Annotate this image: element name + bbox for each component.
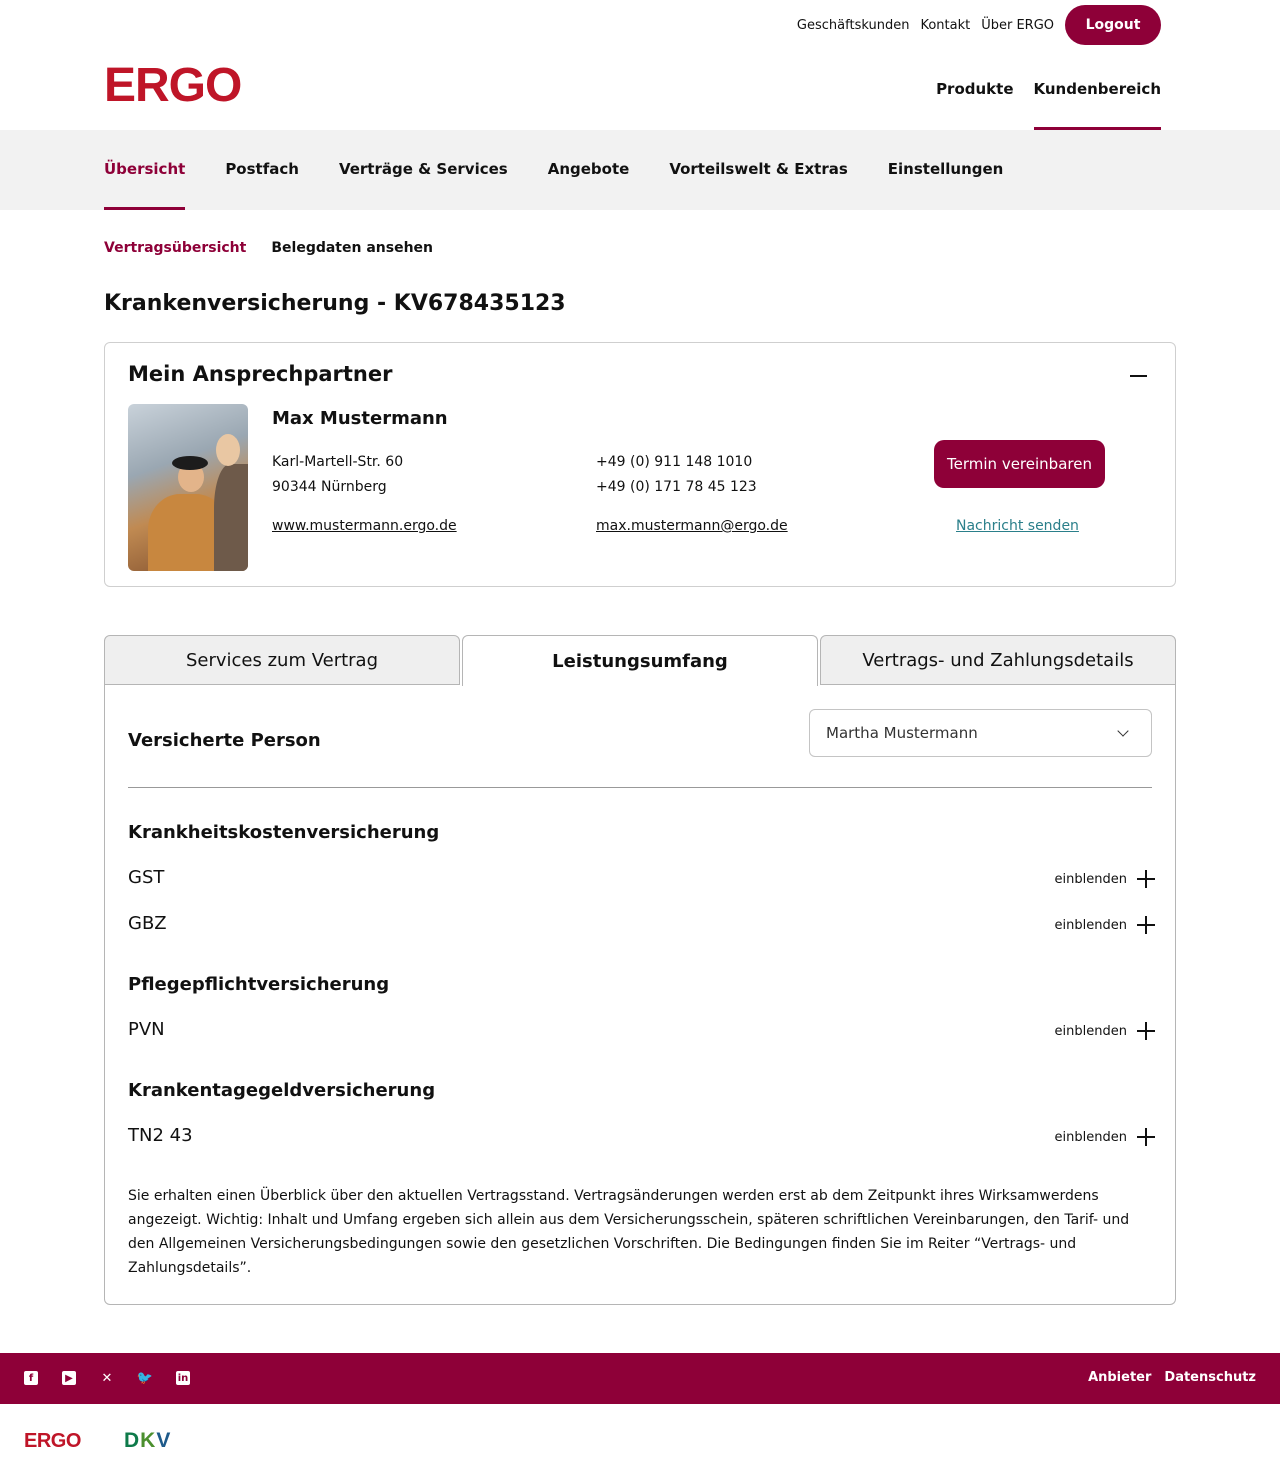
insured-person-label: Versicherte Person [128,730,321,751]
contact-card: Mein Ansprechpartner Max Mustermann Karl… [104,342,1176,587]
tariff-label: GST [128,867,165,888]
subnav-mailbox[interactable]: Postfach [225,130,299,210]
tariff-label: PVN [128,1019,165,1040]
contract-tabs: Services zum Vertrag Leistungsumfang Ver… [104,635,1176,686]
footer-link-provider[interactable]: Anbieter [1088,1370,1151,1385]
subnav-overview[interactable]: Übersicht [104,130,186,210]
top-link-business[interactable]: Geschäftskunden [797,18,910,33]
expand-label: einblenden [1054,871,1127,887]
tertiary-receipts[interactable]: Belegdaten ansehen [271,240,433,256]
top-links: Geschäftskunden Kontakt Über ERGO Logout [786,5,1161,45]
phone-mobile: +49 (0) 171 78 45 123 [596,479,757,495]
send-message-link[interactable]: Nachricht senden [956,518,1079,534]
xing-icon[interactable]: ✕ [100,1371,114,1386]
tab-contract-payment-details[interactable]: Vertrags- und Zahlungsdetails [820,635,1176,685]
tariff-label: GBZ [128,913,167,934]
top-link-contact[interactable]: Kontakt [920,18,970,33]
divider [128,787,1152,788]
expand-label: einblenden [1054,1129,1127,1145]
main-nav: Produkte Kundenbereich [916,74,1161,130]
section-title: Krankheitskostenversicherung [128,822,440,843]
tertiary-nav: Vertragsübersicht Belegdaten ansehen [104,240,458,256]
contact-address: Karl-Martell-Str. 60 90344 Nürnberg [272,450,403,500]
expand-toggle[interactable]: einblenden [1055,916,1155,934]
social-links: f ▶ ✕ 🐦 in [24,1371,214,1386]
contact-phones: +49 (0) 911 148 1010 +49 (0) 171 78 45 1… [596,450,757,500]
section-title: Pflegepflichtversicherung [128,974,390,995]
linkedin-icon[interactable]: in [176,1371,190,1385]
subnav-benefits[interactable]: Vorteilswelt & Extras [669,130,847,210]
chevron-down-icon [1117,725,1129,737]
address-city: 90344 Nürnberg [272,479,387,495]
footer-links: Anbieter Datenschutz [1075,1370,1256,1385]
disclaimer-text: Sie erhalten einen Überblick über den ak… [128,1188,1130,1276]
tab-services[interactable]: Services zum Vertrag [104,635,460,685]
plus-icon [1137,1128,1155,1146]
subnav-settings[interactable]: Einstellungen [888,130,1004,210]
expand-label: einblenden [1054,917,1127,933]
twitter-icon[interactable]: 🐦 [137,1371,153,1386]
expand-label: einblenden [1054,1023,1127,1039]
dkv-brand-logo[interactable]: DKV [124,1429,171,1453]
section-title: Krankentagegeldversicherung [128,1080,436,1101]
youtube-icon[interactable]: ▶ [62,1371,76,1385]
contact-card-title: Mein Ansprechpartner [128,362,393,386]
appointment-button[interactable]: Termin vereinbaren [934,440,1105,488]
expand-toggle[interactable]: einblenden [1055,1022,1155,1040]
insured-person-value: Martha Mustermann [826,724,978,742]
expand-toggle[interactable]: einblenden [1055,870,1155,888]
page-title: Krankenversicherung - KV678435123 [104,291,566,316]
plus-icon [1137,916,1155,934]
main-nav-customer-area[interactable]: Kundenbereich [1033,74,1161,130]
collapse-icon[interactable] [1130,375,1147,377]
insured-person-select[interactable]: Martha Mustermann [809,709,1152,757]
expand-toggle[interactable]: einblenden [1055,1128,1155,1146]
address-street: Karl-Martell-Str. 60 [272,454,404,470]
coverage-panel: Versicherte Person Martha Mustermann Kra… [104,684,1176,1305]
subnav-contracts[interactable]: Verträge & Services [339,130,508,210]
subnav-offers[interactable]: Angebote [548,130,630,210]
tertiary-contract-overview[interactable]: Vertragsübersicht [104,240,246,256]
contact-name: Max Mustermann [272,408,448,429]
facebook-icon[interactable]: f [24,1371,38,1385]
plus-icon [1137,870,1155,888]
main-nav-products[interactable]: Produkte [936,74,1013,130]
ergo-logo[interactable]: ERGO [104,62,242,110]
top-link-about[interactable]: Über ERGO [981,18,1054,33]
ergo-brand-logo[interactable]: ERGO [24,1430,81,1453]
tariff-label: TN2 43 [128,1125,193,1146]
contact-website-link[interactable]: www.mustermann.ergo.de [272,518,457,534]
contact-email-link[interactable]: max.mustermann@ergo.de [596,518,788,534]
footer-link-privacy[interactable]: Datenschutz [1164,1370,1256,1385]
contact-photo [128,404,248,571]
plus-icon [1137,1022,1155,1040]
tab-coverage[interactable]: Leistungsumfang [462,635,818,686]
secondary-nav: Übersicht Postfach Verträge & Services A… [0,130,1280,210]
footer: f ▶ ✕ 🐦 in Anbieter Datenschutz [0,1353,1280,1404]
phone-landline: +49 (0) 911 148 1010 [596,454,753,470]
logout-button[interactable]: Logout [1065,5,1161,45]
